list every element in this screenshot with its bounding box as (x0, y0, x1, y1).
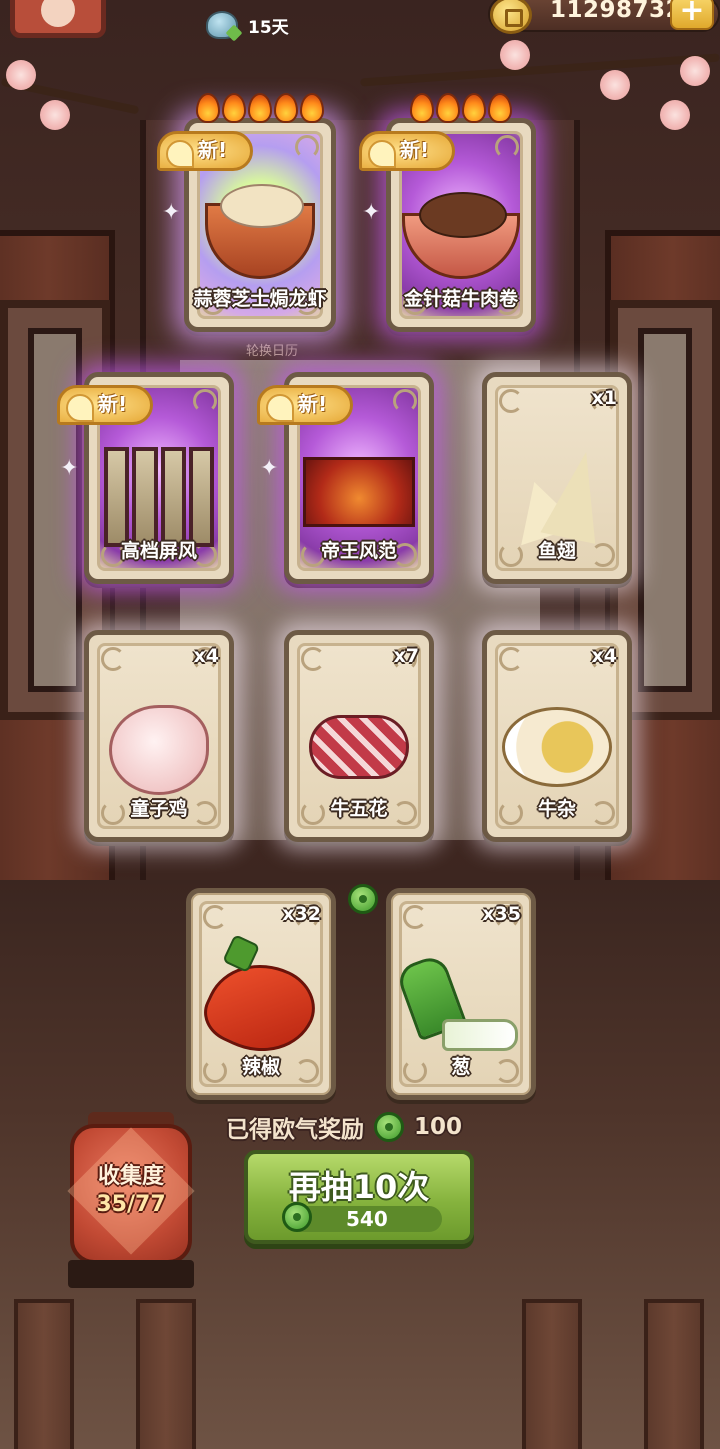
reward-label: 已得欧气奖励 (226, 1117, 364, 1143)
flame-icon (462, 93, 486, 123)
flame-icon (410, 93, 434, 123)
card-count: x32 (282, 903, 321, 925)
card-scallion[interactable]: x35 葱 (386, 888, 536, 1100)
card-name: 金针菇牛肉卷 (403, 288, 518, 310)
sparkle-icon: ✦ (60, 456, 79, 481)
new-badge: 新! (359, 131, 455, 171)
jade-coin-icon (348, 884, 378, 914)
draw-cost: 540 (282, 1202, 442, 1232)
sparkle-icon: ✦ (162, 200, 181, 225)
rarity-flames (189, 93, 331, 123)
card-sharkfin[interactable]: x1 鱼翅 (482, 372, 632, 584)
card-brisket[interactable]: x7 牛五花 (284, 630, 434, 842)
blossom-flower (680, 56, 710, 86)
folding-screen-art (104, 447, 214, 547)
card-name: 鱼翅 (537, 540, 576, 562)
new-badge: 新! (157, 131, 253, 171)
card-lobster[interactable]: 新! 蒜蓉芝士焗龙虾 (157, 93, 336, 332)
luck-reward-row: 已得欧气奖励 100 (226, 1110, 462, 1144)
flame-icon (222, 93, 246, 123)
days-text: 15天 (248, 17, 289, 38)
railing-post (522, 1299, 582, 1449)
rarity-flames (391, 93, 531, 123)
flame-icon (248, 93, 272, 123)
rotation-calendar-label: 轮换日历 (246, 344, 299, 359)
railing-post (644, 1299, 704, 1449)
draw-cost-value: 540 (346, 1207, 388, 1231)
flame-icon (436, 93, 460, 123)
card-chili[interactable]: x32 辣椒 (186, 888, 336, 1100)
card-name: 牛杂 (537, 798, 576, 820)
add-coins-button[interactable]: + (670, 0, 714, 30)
card-name: 蒜蓉芝士焗龙虾 (193, 288, 327, 310)
new-badge: 新! (57, 385, 153, 425)
blossom-branch (360, 53, 720, 87)
draw-again-button[interactable]: 再抽10次 540 (244, 1150, 474, 1244)
reward-value: 100 (414, 1114, 463, 1140)
collection-value: 35/77 (96, 1192, 166, 1217)
flame-icon (196, 93, 220, 123)
card-tripe[interactable]: x4 牛杂 (482, 630, 632, 842)
collection-label: 收集度 (97, 1164, 164, 1189)
days-counter: 15天 (206, 10, 289, 40)
player-avatar[interactable] (10, 0, 106, 38)
collection-progress-button[interactable]: 收集度 35/77 (67, 1110, 195, 1290)
blossom-flower (6, 60, 36, 90)
shark-fin-art (507, 441, 607, 541)
card-name: 葱 (451, 1056, 471, 1078)
flame-icon (300, 93, 324, 123)
beef-brisket-art (309, 715, 409, 779)
globe-icon (206, 11, 238, 39)
card-name: 童子鸡 (130, 798, 188, 820)
card-count: x35 (482, 903, 521, 925)
railing-post (14, 1299, 74, 1449)
card-chicken[interactable]: x4 童子鸡 (84, 630, 234, 842)
railing-post (136, 1299, 196, 1449)
card-name: 高档屏风 (120, 540, 197, 562)
blossom-flower (40, 100, 70, 130)
blossom-flower (660, 100, 690, 130)
draw-again-label: 再抽10次 (288, 1168, 430, 1206)
lantern-stand (68, 1260, 194, 1288)
card-count: x4 (591, 645, 617, 667)
card-stage[interactable]: 新! 帝王风范 (257, 372, 434, 584)
coin-balance: 11298732 (550, 0, 683, 23)
sparkle-icon: ✦ (362, 200, 381, 225)
card-count: x1 (591, 387, 617, 409)
scallion-art (406, 959, 518, 1059)
blossom-flower (600, 70, 630, 100)
chicken-art (109, 705, 209, 795)
blossom-flower (500, 40, 530, 70)
beef-offal-art (502, 707, 612, 787)
card-count: x7 (393, 645, 419, 667)
jade-coin-icon (374, 1112, 404, 1142)
card-count: x4 (193, 645, 219, 667)
imperial-stage-art (303, 457, 415, 527)
card-screen[interactable]: 新! 高档屏风 (57, 372, 234, 584)
flame-icon (488, 93, 512, 123)
jade-coin-icon (282, 1202, 312, 1232)
new-badge: 新! (257, 385, 353, 425)
card-name: 牛五花 (330, 798, 388, 820)
card-name: 辣椒 (241, 1056, 280, 1078)
flame-icon (274, 93, 298, 123)
card-name: 帝王风范 (320, 540, 397, 562)
card-beef-roll[interactable]: 新! 金针菇牛肉卷 (359, 93, 536, 332)
sparkle-icon: ✦ (260, 456, 279, 481)
